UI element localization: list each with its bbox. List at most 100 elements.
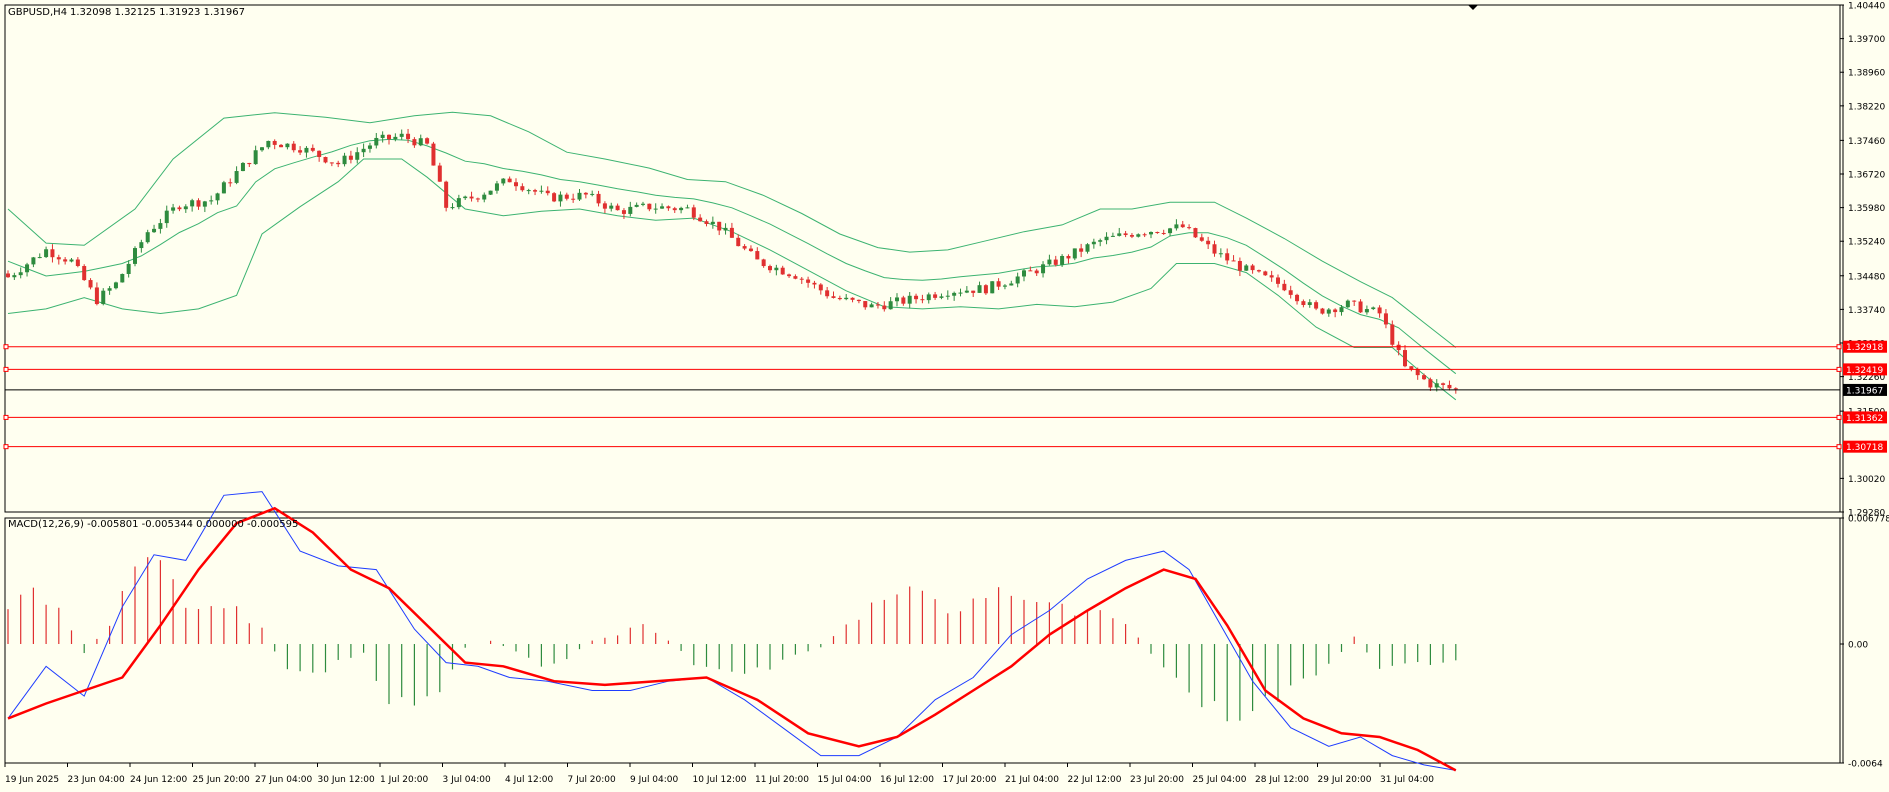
candle-body	[1269, 275, 1274, 278]
price-tick-label: 1.35240	[1848, 238, 1885, 248]
price-tick-label: 1.34480	[1848, 272, 1885, 282]
candle[interactable]	[1193, 227, 1198, 238]
candle-body	[895, 297, 899, 302]
candle-body	[431, 143, 436, 166]
candle[interactable]	[221, 180, 226, 194]
candle-body	[755, 251, 760, 260]
candle-body	[1022, 270, 1026, 277]
candle-body	[329, 162, 334, 164]
candle-body	[761, 259, 766, 267]
candle[interactable]	[488, 190, 493, 195]
level-handle-left[interactable]	[3, 366, 9, 372]
candle-body	[977, 285, 982, 293]
candle-body	[1168, 228, 1173, 234]
candle[interactable]	[120, 273, 125, 283]
level-handle-right[interactable]	[1836, 444, 1842, 450]
candle[interactable]	[240, 162, 245, 172]
candle[interactable]	[983, 284, 988, 295]
candle-body	[482, 194, 487, 200]
candle-body	[1301, 301, 1306, 306]
candle[interactable]	[82, 264, 87, 281]
time-tick-label: 7 Jul 20:00	[568, 775, 617, 785]
level-handle-right[interactable]	[1836, 414, 1842, 420]
candle-body	[533, 190, 538, 192]
candle-body	[260, 147, 264, 151]
price-tick-label: 1.38220	[1848, 102, 1885, 112]
candle-body	[1123, 233, 1128, 236]
candle-body	[863, 301, 868, 308]
candle[interactable]	[133, 246, 137, 267]
candle-body	[494, 183, 499, 191]
candle-body	[691, 207, 696, 218]
trading-chart[interactable]: 1.40440 1.39700 1.38960 1.38220 1.37460 1.367…	[0, 0, 1889, 792]
candle-body	[774, 267, 779, 271]
candle-body	[1237, 260, 1242, 271]
level-handle-left[interactable]	[3, 414, 9, 420]
time-tick-label: 23 Jul 20:00	[1130, 775, 1184, 785]
time-tick-label: 1 Jul 20:00	[380, 775, 429, 785]
level-handle-right[interactable]	[1836, 344, 1842, 350]
candle[interactable]	[425, 137, 430, 145]
candle-body	[837, 297, 842, 300]
candle-body	[1358, 301, 1363, 313]
candle-body	[317, 150, 322, 158]
candle-body	[729, 227, 734, 238]
candle-body	[342, 155, 347, 165]
candle-body	[310, 147, 315, 151]
time-tick-label: 25 Jul 04:00	[1193, 775, 1247, 785]
time-tick-label: 9 Jul 04:00	[630, 775, 679, 785]
candle[interactable]	[1263, 270, 1268, 276]
candle-body	[183, 206, 188, 210]
candle-body	[444, 181, 449, 208]
candle-body	[736, 237, 741, 247]
candle-body	[158, 223, 163, 229]
candle[interactable]	[101, 288, 106, 306]
candle-body	[240, 162, 245, 172]
candle-body	[634, 204, 639, 207]
candle[interactable]	[431, 141, 436, 166]
candle[interactable]	[444, 180, 449, 212]
level-handle-left[interactable]	[3, 344, 9, 350]
candle-body	[1396, 344, 1401, 351]
candle-body	[152, 228, 157, 233]
candle-body	[641, 203, 645, 205]
candle-body	[145, 232, 150, 243]
candle-body	[1364, 309, 1369, 313]
candle-body	[1149, 231, 1153, 235]
candle[interactable]	[323, 156, 328, 164]
candle-body	[952, 292, 957, 296]
candle-body	[196, 200, 201, 207]
candle-body	[552, 193, 557, 202]
candle-body	[1142, 234, 1147, 236]
candle-body	[768, 266, 772, 271]
candle-body	[425, 138, 430, 144]
candle-body	[336, 162, 341, 165]
candle-body	[1371, 307, 1376, 310]
candle-body	[914, 295, 919, 300]
candle-body	[520, 186, 525, 191]
candle-body	[710, 221, 715, 224]
time-tick-label: 25 Jun 20:00	[193, 775, 250, 785]
candle-body	[1276, 277, 1280, 284]
level-handle-right[interactable]	[1836, 366, 1842, 372]
candle[interactable]	[1072, 248, 1077, 261]
candle-body	[1434, 383, 1439, 388]
candle-body	[164, 210, 169, 224]
candle-body	[399, 133, 404, 137]
price-tick-label: 1.39700	[1848, 35, 1885, 45]
candle[interactable]	[552, 192, 557, 203]
candle-body	[1453, 388, 1458, 390]
candle-body	[126, 263, 131, 274]
candle-body	[1053, 259, 1058, 265]
candle-body	[571, 198, 576, 200]
price-tick-label: 1.37460	[1848, 137, 1885, 147]
candle-body	[1161, 232, 1166, 234]
candle[interactable]	[990, 281, 995, 294]
level-handle-left[interactable]	[3, 444, 9, 450]
candle-body	[1136, 234, 1141, 237]
candle-body	[1072, 248, 1077, 259]
time-tick-label: 17 Jul 20:00	[943, 775, 997, 785]
candle[interactable]	[1320, 307, 1325, 315]
candle[interactable]	[437, 162, 442, 182]
candle[interactable]	[1345, 299, 1350, 308]
